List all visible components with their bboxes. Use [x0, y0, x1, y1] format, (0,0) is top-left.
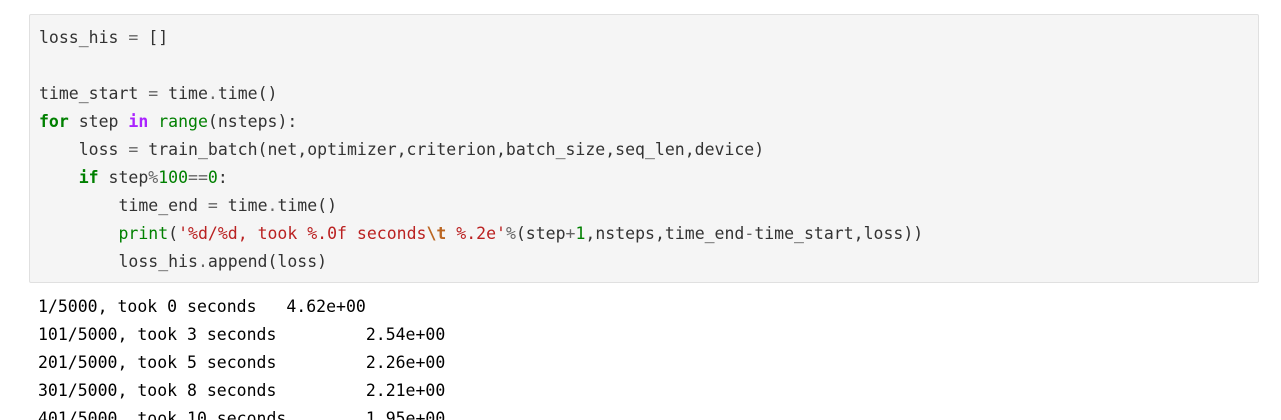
- code-token: 100: [158, 168, 189, 187]
- code-token: time_start: [39, 84, 149, 103]
- code-token: train_batch(net,optimizer,criterion,batc…: [138, 140, 765, 159]
- code-token: (: [168, 224, 179, 243]
- output-line: 301/5000, took 8 seconds 2.21e+00: [38, 381, 446, 400]
- code-line: loss_his = []: [39, 24, 923, 52]
- code-token: time: [217, 196, 268, 215]
- code-token: :: [217, 168, 228, 187]
- code-token: step: [98, 168, 149, 187]
- code-token: (step: [515, 224, 566, 243]
- output-line: 1/5000, took 0 seconds 4.62e+00: [38, 297, 366, 316]
- code-token: %.2e': [446, 224, 506, 243]
- code-token: ,nsteps,time_end: [585, 224, 745, 243]
- code-token: in: [128, 112, 149, 131]
- code-token: (nsteps):: [207, 112, 298, 131]
- code-token: if: [78, 168, 99, 187]
- code-token: time(): [217, 84, 278, 103]
- code-token: append(loss): [207, 252, 328, 271]
- code-token: loss_his: [39, 252, 198, 271]
- code-token: time(): [277, 196, 338, 215]
- code-token: []: [138, 28, 169, 47]
- code-token: print: [118, 224, 169, 243]
- code-editor[interactable]: loss_his = [] time_start = time.time() for…: [39, 24, 923, 276]
- code-token: '%d/%d, took %.0f seconds: [178, 224, 427, 243]
- code-token: =: [207, 196, 218, 215]
- code-token: time_end: [39, 196, 208, 215]
- code-line: time_end = time.time(): [39, 192, 923, 220]
- code-token: =: [128, 28, 139, 47]
- code-token: step: [68, 112, 129, 131]
- code-token: %: [505, 224, 516, 243]
- code-token: time: [158, 84, 208, 103]
- cell-output: 1/5000, took 0 seconds 4.62e+00 101/5000,…: [38, 293, 445, 420]
- code-cell[interactable]: loss_his = [] time_start = time.time() for…: [29, 14, 1259, 283]
- code-line: if step%100==0:: [39, 164, 923, 192]
- code-token: -: [744, 224, 755, 243]
- code-token: =: [148, 84, 159, 103]
- code-token: \t: [426, 224, 447, 243]
- code-token: 1: [575, 224, 586, 243]
- code-line: time_start = time.time(): [39, 80, 923, 108]
- notebook-page: loss_his = [] time_start = time.time() for…: [0, 0, 1281, 420]
- code-token: loss: [39, 140, 129, 159]
- code-token: .: [267, 196, 278, 215]
- code-token: =: [128, 140, 139, 159]
- code-token: loss_his: [39, 28, 129, 47]
- code-token: %: [148, 168, 159, 187]
- code-token: .: [197, 252, 208, 271]
- code-line: print('%d/%d, took %.0f seconds\t %.2e'%…: [39, 220, 923, 248]
- code-token: .: [207, 84, 218, 103]
- code-token: for: [39, 112, 69, 131]
- code-token: ==: [188, 168, 208, 187]
- output-line: 101/5000, took 3 seconds 2.54e+00: [38, 325, 446, 344]
- output-line: 201/5000, took 5 seconds 2.26e+00: [38, 353, 446, 372]
- code-line: loss_his.append(loss): [39, 248, 923, 276]
- code-token: 0: [207, 168, 218, 187]
- output-line: 401/5000, took 10 seconds 1.95e+00: [38, 409, 446, 420]
- code-line: loss = train_batch(net,optimizer,criteri…: [39, 136, 923, 164]
- code-token: range: [158, 112, 208, 131]
- code-token: time_start,loss)): [754, 224, 924, 243]
- code-line: for step in range(nsteps):: [39, 108, 923, 136]
- code-token: +: [565, 224, 576, 243]
